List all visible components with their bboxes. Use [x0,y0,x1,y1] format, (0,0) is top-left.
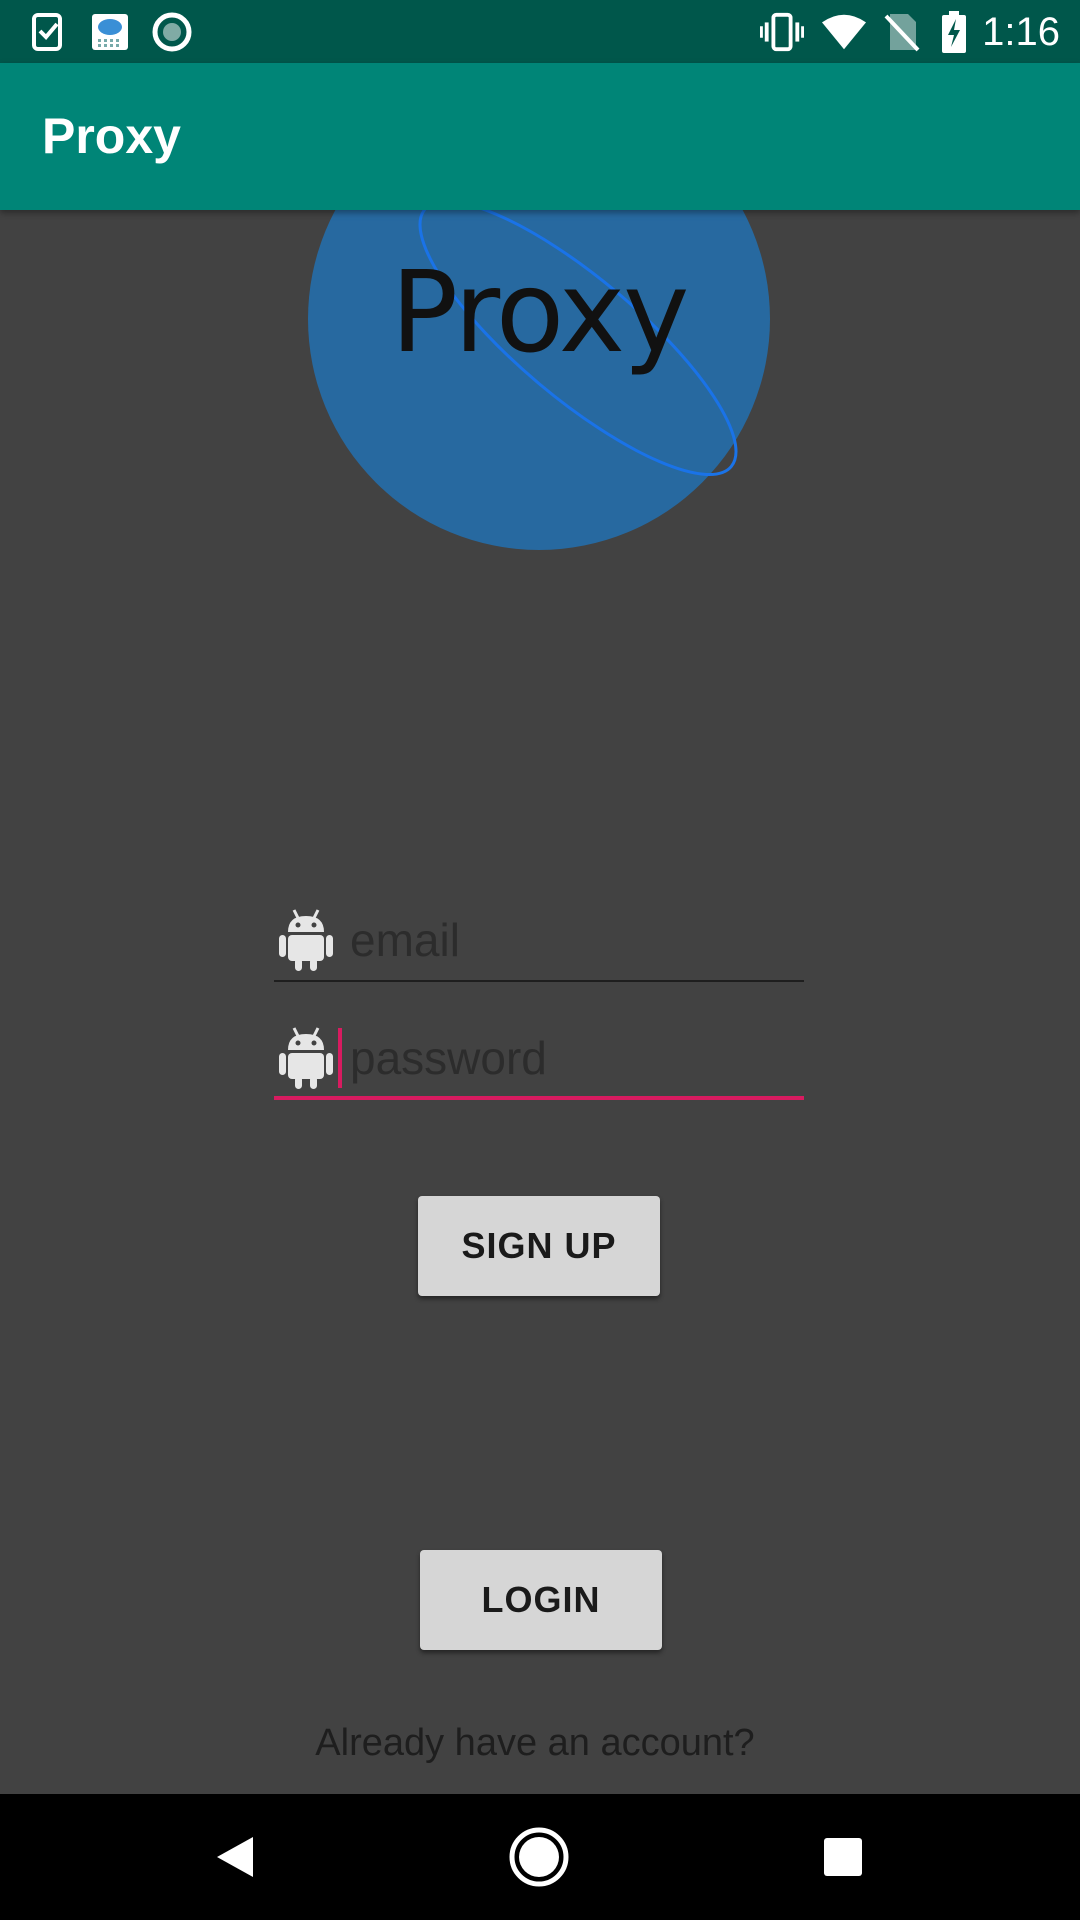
no-sim-icon [880,10,924,54]
app-title: Proxy [42,108,181,164]
navigation-bar [0,1794,1080,1920]
logo: Proxy [308,210,770,550]
vibrate-icon [760,10,804,54]
status-time: 1:16 [982,10,1060,54]
login-button[interactable]: LOGIN [420,1550,662,1650]
wifi-icon [822,10,866,54]
record-circle-icon [150,10,194,54]
back-icon[interactable] [200,1822,270,1892]
status-bar: 1:16 [0,0,1080,63]
android-icon [278,1026,334,1090]
app-bar: Proxy [0,63,1080,210]
recents-icon[interactable] [808,1822,878,1892]
weather-app-icon [88,10,132,54]
text-cursor [338,1028,342,1088]
battery-charging-icon [932,10,976,54]
main-content: Proxy SIGN UP LOGIN Already have an acco… [0,210,1080,1794]
already-have-account-link[interactable]: Already have an account? [0,1722,1070,1765]
sign-up-button[interactable]: SIGN UP [418,1196,660,1296]
password-field[interactable] [274,1020,804,1100]
password-input[interactable] [350,1020,800,1096]
task-check-icon [26,10,70,54]
home-icon[interactable] [504,1822,574,1892]
logo-text: Proxy [390,248,690,378]
email-input[interactable] [350,902,800,978]
android-icon [278,908,334,972]
email-field[interactable] [274,902,804,982]
